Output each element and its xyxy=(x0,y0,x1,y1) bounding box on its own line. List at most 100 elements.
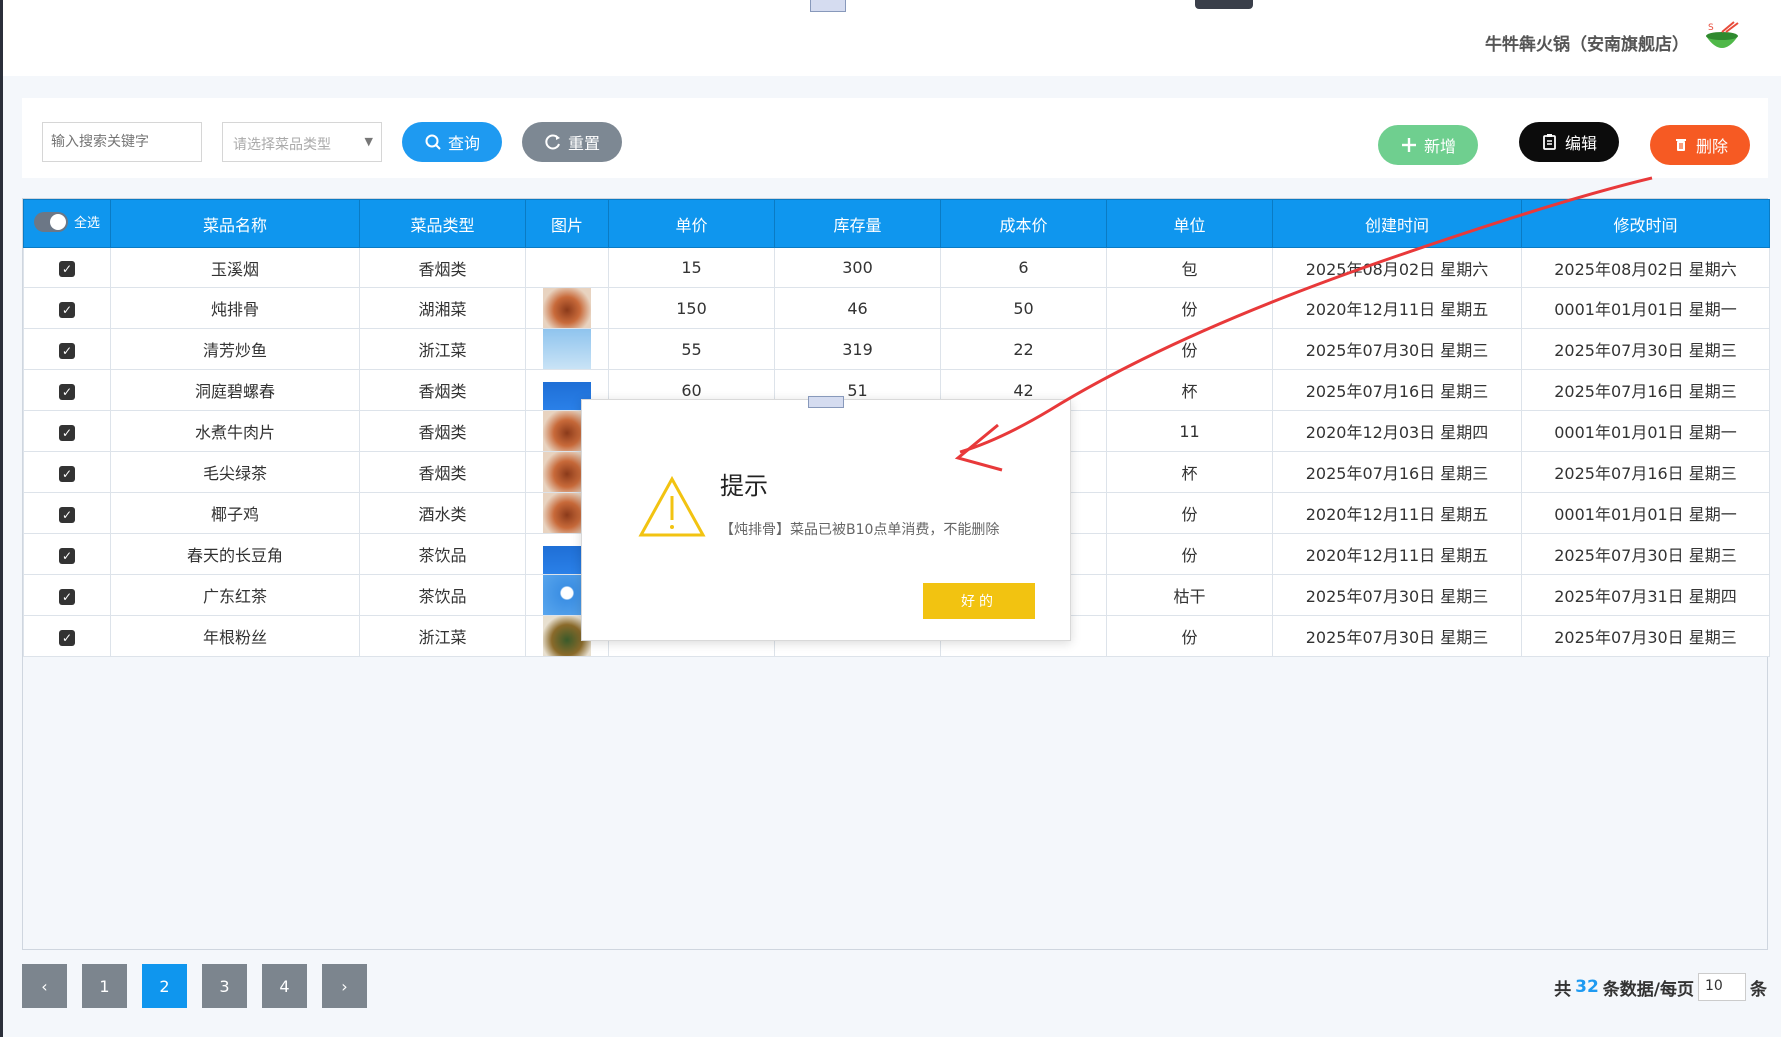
cell-price: 55 xyxy=(608,328,775,370)
search-icon xyxy=(425,134,441,150)
cell-unit: 份 xyxy=(1106,615,1273,657)
cell-created: 2020年12月11日 星期五 xyxy=(1272,533,1522,575)
cell-modified: 2025年07月31日 星期四 xyxy=(1521,574,1770,616)
ok-button[interactable]: 好的 xyxy=(923,583,1035,619)
cell-type: 香烟类 xyxy=(359,451,526,493)
cell-name: 春天的长豆角 xyxy=(110,533,360,575)
cell-modified: 0001年01月01日 星期一 xyxy=(1521,410,1770,452)
column-header[interactable]: 图片 xyxy=(525,199,609,248)
search-input[interactable] xyxy=(42,122,202,162)
cell-unit: 11 xyxy=(1106,410,1273,452)
checkbox: ✓ xyxy=(23,369,111,411)
select-all-header[interactable]: 全选 xyxy=(23,199,111,248)
table-row[interactable]: ✓ 玉溪烟 香烟类 15 300 6 包 2025年08月02日 星期六 2025年08月02日… xyxy=(23,247,1770,288)
dish-thumbnail xyxy=(543,329,591,369)
reset-label: 重置 xyxy=(567,134,600,153)
checkbox: ✓ xyxy=(23,574,111,616)
row-checkbox[interactable]: ✓ xyxy=(59,547,75,564)
page-button[interactable]: 3 xyxy=(202,964,247,1008)
page-size-input[interactable]: 10 xyxy=(1698,973,1746,1001)
cell-name: 毛尖绿茶 xyxy=(110,451,360,493)
drag-handle[interactable] xyxy=(810,0,846,12)
page-button[interactable]: 1 xyxy=(82,964,127,1008)
shop-name: 牛牪犇火锅（安南旗舰店） xyxy=(1485,35,1689,55)
cell-created: 2020年12月11日 星期五 xyxy=(1272,492,1522,534)
next-page-button[interactable]: › xyxy=(322,964,367,1008)
column-header[interactable]: 修改时间 xyxy=(1521,199,1770,248)
warning-icon xyxy=(638,476,706,537)
cell-modified: 2025年08月02日 星期六 xyxy=(1521,247,1770,288)
cell-modified: 2025年07月30日 星期三 xyxy=(1521,533,1770,575)
cell-type: 浙江菜 xyxy=(359,615,526,657)
table-header-row: 全选 菜品名称 菜品类型 图片 单价 库存量 成本价 单位 创建时间 修改时间 xyxy=(23,199,1770,248)
column-header[interactable]: 菜品名称 xyxy=(110,199,360,248)
cell-price: 150 xyxy=(608,287,775,329)
checkbox: ✓ xyxy=(23,451,111,493)
dialog-drag-handle[interactable] xyxy=(808,396,844,408)
chevron-down-icon: ▼ xyxy=(364,135,373,148)
column-header[interactable]: 菜品类型 xyxy=(359,199,526,248)
page-size-unit: 条 xyxy=(1750,979,1767,1000)
column-header[interactable]: 创建时间 xyxy=(1272,199,1522,248)
row-checkbox[interactable]: ✓ xyxy=(59,465,75,482)
column-header[interactable]: 单价 xyxy=(608,199,775,248)
table-row[interactable]: ✓ 清芳炒鱼 浙江菜 55 319 22 份 2025年07月30日 星期三 2025年07月3… xyxy=(23,328,1770,370)
table-row[interactable]: ✓ 炖排骨 湖湘菜 150 46 50 份 2020年12月11日 星期五 0001年01月01… xyxy=(23,287,1770,329)
page-button[interactable]: 4 xyxy=(262,964,307,1008)
cell-created: 2025年07月16日 星期三 xyxy=(1272,451,1522,493)
cell-modified: 2025年07月16日 星期三 xyxy=(1521,451,1770,493)
cell-created: 2025年07月16日 星期三 xyxy=(1272,369,1522,411)
edit-button[interactable]: 编辑 xyxy=(1519,122,1619,162)
cell-modified: 0001年01月01日 星期一 xyxy=(1521,287,1770,329)
cell-unit: 包 xyxy=(1106,247,1273,288)
dish-type-placeholder: 请选择菜品类型 xyxy=(233,137,331,153)
cell-name: 年根粉丝 xyxy=(110,615,360,657)
refresh-icon xyxy=(545,134,560,150)
page-button-current[interactable]: 2 xyxy=(142,964,187,1008)
row-checkbox[interactable]: ✓ xyxy=(59,261,75,277)
cell-name: 椰子鸡 xyxy=(110,492,360,534)
row-checkbox[interactable]: ✓ xyxy=(59,588,75,605)
column-header[interactable]: 库存量 xyxy=(774,199,941,248)
cell-unit: 枯干 xyxy=(1106,574,1273,616)
cell-unit: 份 xyxy=(1106,533,1273,575)
column-header[interactable]: 成本价 xyxy=(940,199,1107,248)
select-all-toggle[interactable]: 全选 xyxy=(33,211,100,232)
cell-type: 香烟类 xyxy=(359,369,526,411)
cell-unit: 杯 xyxy=(1106,451,1273,493)
alert-dialog: 提示 【炖排骨】菜品已被B10点单消费，不能删除 好的 xyxy=(581,396,1071,641)
cell-image xyxy=(525,328,609,370)
query-label: 查询 xyxy=(447,134,480,153)
cell-cost: 6 xyxy=(940,247,1107,288)
dialog-title: 提示 xyxy=(720,472,768,500)
row-checkbox[interactable]: ✓ xyxy=(59,506,75,523)
cell-type: 茶饮品 xyxy=(359,574,526,616)
row-checkbox[interactable]: ✓ xyxy=(59,301,75,318)
pagination: ‹ 1 2 3 4 › xyxy=(22,964,367,1008)
column-header[interactable]: 单位 xyxy=(1106,199,1273,248)
prev-page-button[interactable]: ‹ xyxy=(22,964,67,1008)
cell-created: 2020年12月03日 星期四 xyxy=(1272,410,1522,452)
cell-name: 炖排骨 xyxy=(110,287,360,329)
row-checkbox[interactable]: ✓ xyxy=(59,383,75,400)
cell-image xyxy=(525,247,609,288)
row-checkbox[interactable]: ✓ xyxy=(59,424,75,441)
select-all-label: 全选 xyxy=(73,216,100,231)
toggle-switch[interactable] xyxy=(33,211,68,232)
edit-label: 编辑 xyxy=(1564,134,1597,153)
row-checkbox[interactable]: ✓ xyxy=(59,342,75,359)
delete-button[interactable]: 删除 xyxy=(1650,125,1750,165)
reset-button[interactable]: 重置 xyxy=(522,122,622,162)
cell-modified: 0001年01月01日 星期一 xyxy=(1521,492,1770,534)
cell-created: 2025年07月30日 星期三 xyxy=(1272,615,1522,657)
cell-modified: 2025年07月30日 星期三 xyxy=(1521,328,1770,370)
query-button[interactable]: 查询 xyxy=(402,122,502,162)
cell-created: 2020年12月11日 星期五 xyxy=(1272,287,1522,329)
dish-type-select[interactable]: 请选择菜品类型 ▼ xyxy=(222,122,382,162)
cell-unit: 杯 xyxy=(1106,369,1273,411)
cell-type: 香烟类 xyxy=(359,410,526,452)
row-checkbox[interactable]: ✓ xyxy=(59,629,75,646)
total-prefix: 共 xyxy=(1554,979,1572,1000)
add-button[interactable]: 新增 xyxy=(1378,125,1478,165)
cell-image xyxy=(525,287,609,329)
